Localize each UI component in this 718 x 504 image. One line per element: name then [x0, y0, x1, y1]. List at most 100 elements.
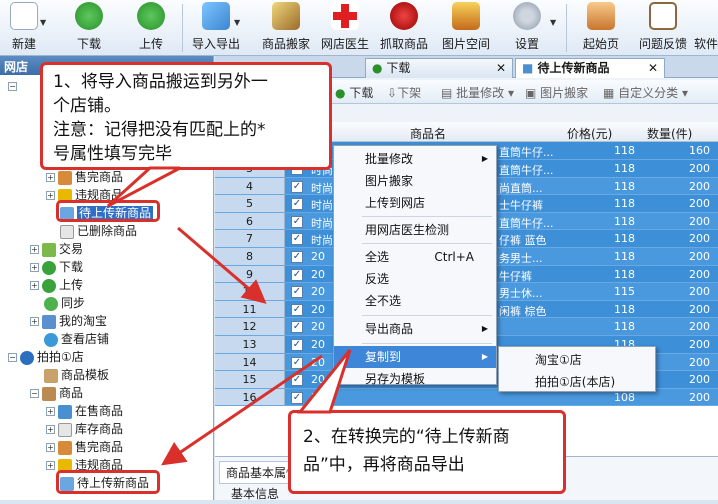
custom-category-button[interactable]: ▦ 自定义分类 ▾ [603, 84, 688, 101]
row-checkbox[interactable]: ✓ [291, 251, 303, 263]
pending-upload-icon: ■ [522, 61, 534, 75]
deleted-icon [60, 224, 74, 239]
settings-button[interactable]: ▼ 设置 [500, 0, 556, 56]
product-name-tail: 直筒牛仔... [499, 164, 554, 177]
expand-icon[interactable]: + [30, 245, 39, 254]
row-checkbox[interactable]: ✓ [291, 356, 303, 369]
row-checkbox[interactable]: ✓ [291, 286, 303, 299]
menu-item-select-none[interactable]: 全不选 [334, 290, 496, 312]
collapse-icon[interactable]: − [8, 353, 17, 362]
row-checkbox[interactable]: ✓ [291, 268, 303, 281]
expand-icon[interactable]: + [30, 281, 39, 290]
menu-item-upload-to-shop[interactable]: 上传到网店 [334, 192, 496, 214]
expand-icon[interactable]: + [46, 173, 55, 182]
tab-pending-upload[interactable]: ■ 待上传新商品 ✕ [515, 58, 665, 78]
tab-basic-info[interactable]: 基本信息 [225, 483, 285, 504]
tree-node-root[interactable]: − [8, 77, 20, 95]
column-header-price[interactable]: 价格(元) [567, 125, 612, 142]
menu-item-invert[interactable]: 反选 [334, 268, 496, 290]
tree-label: 拍拍①店 [37, 350, 84, 364]
close-icon[interactable]: ✕ [496, 59, 506, 77]
context-menu: 批量修改 ▶ 图片搬家 上传到网店 用网店医生检测 全选 Ctrl+A 反选 全不选… [333, 145, 497, 386]
row-number: 4 [215, 177, 285, 195]
upload-button[interactable]: 上传 [124, 0, 178, 56]
download-sub-button[interactable]: ● 下载 [335, 84, 373, 101]
row-checkbox[interactable]: ✓ [291, 374, 303, 387]
tree-item-templates[interactable]: 商品模板 [30, 366, 109, 384]
column-header-qty[interactable]: 数量(件) [647, 125, 692, 142]
expand-icon[interactable]: + [46, 425, 55, 434]
tree-item-deleted[interactable]: 已删除商品 [46, 222, 137, 240]
menu-item-batch-edit[interactable]: 批量修改 ▶ [334, 148, 496, 170]
submenu-item-taobao-shop[interactable]: 淘宝①店 [535, 351, 582, 368]
expand-icon[interactable]: + [46, 407, 55, 416]
batch-edit-button[interactable]: ▤ 批量修改 ▾ [441, 84, 514, 101]
tree-node-paipai-shop[interactable]: − 拍拍①店 [8, 348, 84, 366]
expand-icon[interactable]: + [46, 191, 55, 200]
tree-item-download[interactable]: + 下载 [30, 258, 83, 276]
menu-item-shop-doctor-check[interactable]: 用网店医生检测 [334, 219, 496, 241]
import-export-icon [202, 2, 230, 30]
shop-doctor-button[interactable]: 网店医生 [318, 0, 372, 56]
tree-label: 上传 [59, 278, 84, 292]
row-checkbox[interactable]: ✓ [291, 180, 303, 193]
tree-item-sold-out[interactable]: + 售完商品 [46, 168, 123, 186]
product-name-tail: 闲裤 棕色 [499, 304, 547, 318]
image-icon: ▣ [525, 86, 537, 100]
expand-icon[interactable]: + [46, 461, 55, 470]
collapse-icon[interactable]: − [8, 82, 17, 91]
tree-item-my-taobao[interactable]: + 我的淘宝 [30, 312, 107, 330]
delist-button[interactable]: ⇩下架 [387, 84, 421, 101]
import-export-button[interactable]: ▼ 导入导出 [186, 0, 246, 56]
submenu-arrow-icon: ▶ [481, 324, 488, 333]
row-checkbox[interactable]: ✓ [291, 198, 303, 211]
row-checkbox[interactable]: ✓ [291, 339, 303, 351]
row-number: 10 [215, 283, 285, 300]
home-button[interactable]: 起始页 [576, 0, 626, 56]
menu-item-copy-to[interactable]: 复制到 ▶ [334, 346, 496, 368]
upload-icon [137, 2, 165, 30]
fetch-products-button[interactable]: 抓取商品 [376, 0, 432, 56]
collapse-icon[interactable]: − [30, 389, 39, 398]
tree-node-products[interactable]: − 商品 [30, 384, 83, 402]
expand-icon[interactable]: + [30, 317, 39, 326]
new-dropdown-arrow-icon[interactable]: ▼ [40, 18, 46, 27]
column-header-name[interactable]: 商品名 [410, 125, 446, 142]
move-products-button[interactable]: 商品搬家 [256, 0, 316, 56]
batch-edit-icon: ▤ [441, 86, 453, 100]
tree-item-trade[interactable]: + 交易 [30, 240, 83, 258]
image-space-button[interactable]: 图片空间 [438, 0, 494, 56]
tree-item-sold-out-2[interactable]: + 售完商品 [46, 438, 123, 456]
row-checkbox[interactable]: ✓ [291, 233, 303, 246]
new-button-label: 新建 [11, 37, 36, 51]
expand-icon[interactable]: + [46, 443, 55, 452]
product-qty: 200 [689, 338, 710, 351]
menu-item-export[interactable]: 导出商品 ▶ [334, 318, 496, 340]
software-button[interactable]: 软件 [694, 0, 718, 56]
tree-item-sync[interactable]: 同步 [30, 294, 85, 312]
import-export-dropdown-icon[interactable]: ▼ [234, 18, 240, 27]
row-checkbox[interactable]: ✓ [291, 391, 303, 404]
tree-label: 商品模板 [61, 368, 110, 382]
move-products-label: 商品搬家 [261, 37, 310, 51]
callout-text: 个店铺。 [53, 96, 121, 116]
settings-dropdown-icon[interactable]: ▼ [550, 18, 556, 27]
row-checkbox[interactable]: ✓ [291, 303, 303, 316]
menu-item-select-all[interactable]: 全选 Ctrl+A [334, 246, 496, 268]
feedback-button[interactable]: 问题反馈 [634, 0, 692, 56]
row-checkbox[interactable]: ✓ [291, 321, 303, 334]
expand-icon[interactable]: + [30, 263, 39, 272]
menu-item-image-move[interactable]: 图片搬家 [334, 170, 496, 192]
menu-item-save-as-template[interactable]: 另存为模板 [334, 368, 496, 390]
tree-item-stock[interactable]: + 库存商品 [46, 420, 123, 438]
tree-item-on-sale[interactable]: + 在售商品 [46, 402, 123, 420]
submenu-item-paipai-shop[interactable]: 拍拍①店(本店) [535, 373, 615, 390]
row-checkbox[interactable]: ✓ [291, 215, 303, 228]
close-icon[interactable]: ✕ [648, 59, 658, 77]
image-move-button[interactable]: ▣ 图片搬家 [525, 84, 588, 101]
tree-item-upload[interactable]: + 上传 [30, 276, 83, 294]
new-button[interactable]: ▼ 新建 [0, 0, 48, 56]
download-button[interactable]: 下载 [62, 0, 116, 56]
tree-item-view-shop[interactable]: 查看店铺 [30, 330, 109, 348]
tab-download[interactable]: ● 下载 ✕ [365, 58, 513, 78]
